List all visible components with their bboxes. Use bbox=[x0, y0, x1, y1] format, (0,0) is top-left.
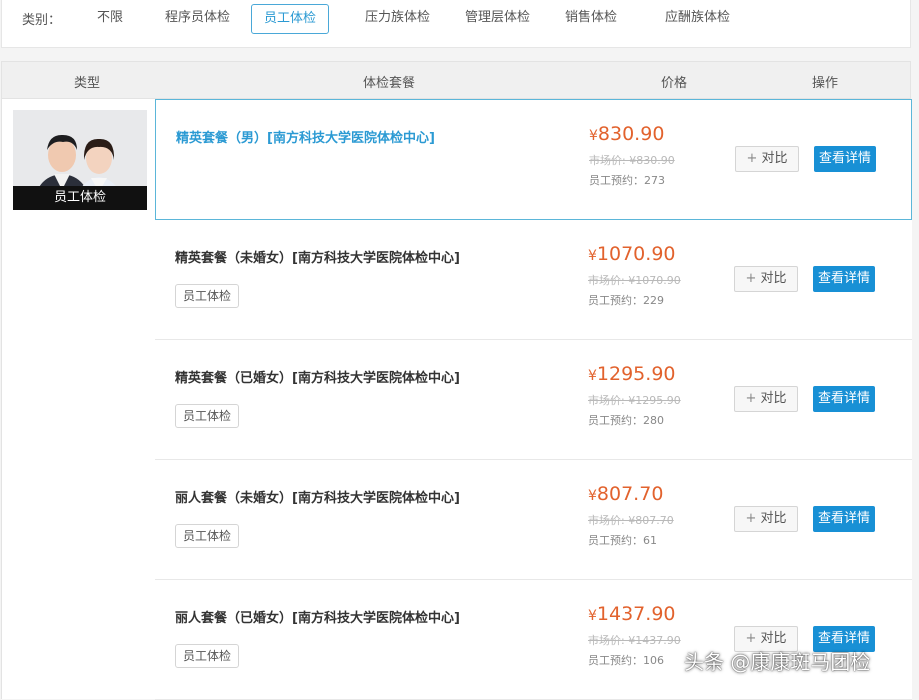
currency-symbol: ¥ bbox=[588, 248, 597, 264]
compare-button[interactable]: + 对比 bbox=[735, 146, 799, 172]
plus-icon: + bbox=[745, 271, 757, 286]
booking-count: 员工预约：280 bbox=[588, 414, 664, 427]
package-row[interactable]: 精英套餐（已婚女）[南方科技大学医院体检中心] 员工体检 ¥1295.90 市场… bbox=[155, 340, 912, 460]
type-column: 员工体检 bbox=[1, 99, 155, 699]
table-header: 类型 体检套餐 价格 操作 bbox=[1, 61, 911, 99]
package-row[interactable]: 丽人套餐（未婚女）[南方科技大学医院体检中心] 员工体检 ¥807.70 市场价… bbox=[155, 460, 912, 580]
category-option-stress[interactable]: 压力族体检 bbox=[365, 4, 430, 32]
market-price: 市场价: ¥1437.90 bbox=[588, 634, 681, 647]
category-option-social[interactable]: 应酬族体检 bbox=[665, 4, 730, 32]
view-details-button[interactable]: 查看详情 bbox=[813, 266, 875, 292]
filter-label: 类别： bbox=[22, 13, 62, 28]
type-card-employee[interactable]: 员工体检 bbox=[13, 110, 147, 210]
compare-button[interactable]: + 对比 bbox=[734, 386, 798, 412]
compare-label: 对比 bbox=[760, 391, 787, 406]
view-details-button[interactable]: 查看详情 bbox=[813, 386, 875, 412]
compare-button[interactable]: + 对比 bbox=[734, 506, 798, 532]
type-card-caption: 员工体检 bbox=[13, 186, 147, 210]
category-filter-bar: 类别： 不限 程序员体检 员工体检 压力族体检 管理层体检 销售体检 应酬族体检 bbox=[1, 0, 911, 48]
category-option-programmer[interactable]: 程序员体检 bbox=[165, 4, 230, 32]
package-name[interactable]: 精英套餐（已婚女）[南方科技大学医院体检中心] bbox=[175, 367, 460, 386]
watermark-text: 头条 @康康斑马团检 bbox=[684, 650, 871, 674]
compare-label: 对比 bbox=[760, 511, 787, 526]
currency-symbol: ¥ bbox=[589, 128, 598, 144]
package-tag: 员工体检 bbox=[175, 524, 240, 548]
currency-symbol: ¥ bbox=[588, 608, 597, 624]
package-name[interactable]: 精英套餐（未婚女）[南方科技大学医院体检中心] bbox=[175, 247, 460, 266]
package-list: 精英套餐（男）[南方科技大学医院体检中心] ¥830.90 市场价: ¥830.… bbox=[155, 99, 912, 700]
price-value: 830.90 bbox=[597, 123, 665, 145]
package-tag: 员工体检 bbox=[175, 284, 240, 308]
category-option-all[interactable]: 不限 bbox=[97, 4, 123, 32]
plus-icon: + bbox=[745, 391, 757, 406]
price-value: 807.70 bbox=[596, 483, 664, 505]
booking-count: 员工预约：229 bbox=[588, 294, 664, 307]
compare-label: 对比 bbox=[760, 271, 787, 286]
market-price: 市场价: ¥830.90 bbox=[589, 154, 675, 167]
view-details-button[interactable]: 查看详情 bbox=[814, 146, 876, 172]
category-option-management[interactable]: 管理层体检 bbox=[465, 4, 530, 32]
column-header-type: 类型 bbox=[74, 76, 101, 91]
view-details-button[interactable]: 查看详情 bbox=[813, 506, 875, 532]
booking-count: 员工预约：61 bbox=[588, 534, 657, 547]
package-name[interactable]: 丽人套餐（已婚女）[南方科技大学医院体检中心] bbox=[175, 607, 460, 626]
column-header-action: 操作 bbox=[812, 76, 839, 91]
package-name[interactable]: 精英套餐（男）[南方科技大学医院体检中心] bbox=[176, 127, 435, 146]
package-tag: 员工体检 bbox=[175, 404, 240, 428]
compare-label: 对比 bbox=[761, 151, 788, 166]
package-price: ¥830.90 bbox=[589, 123, 664, 145]
package-row[interactable]: 精英套餐（男）[南方科技大学医院体检中心] ¥830.90 市场价: ¥830.… bbox=[155, 99, 912, 220]
package-tag: 员工体检 bbox=[175, 644, 240, 668]
price-value: 1070.90 bbox=[596, 243, 676, 265]
market-price: 市场价: ¥1070.90 bbox=[588, 274, 681, 287]
column-header-price: 价格 bbox=[661, 76, 688, 91]
package-name[interactable]: 丽人套餐（未婚女）[南方科技大学医院体检中心] bbox=[175, 487, 460, 506]
category-option-employee[interactable]: 员工体检 bbox=[251, 4, 330, 34]
currency-symbol: ¥ bbox=[588, 368, 597, 384]
booking-count: 员工预约：106 bbox=[588, 654, 664, 667]
plus-icon: + bbox=[746, 151, 758, 166]
package-price: ¥1437.90 bbox=[588, 603, 676, 625]
currency-symbol: ¥ bbox=[588, 488, 597, 504]
package-price: ¥1070.90 bbox=[588, 243, 676, 265]
package-row[interactable]: 丽人套餐（已婚女）[南方科技大学医院体检中心] 员工体检 ¥1437.90 市场… bbox=[155, 580, 912, 700]
category-option-sales[interactable]: 销售体检 bbox=[565, 4, 617, 32]
price-value: 1437.90 bbox=[596, 603, 676, 625]
package-price: ¥1295.90 bbox=[588, 363, 676, 385]
plus-icon: + bbox=[745, 631, 757, 646]
package-row[interactable]: 精英套餐（未婚女）[南方科技大学医院体检中心] 员工体检 ¥1070.90 市场… bbox=[155, 220, 912, 340]
compare-label: 对比 bbox=[760, 631, 787, 646]
plus-icon: + bbox=[745, 511, 757, 526]
price-value: 1295.90 bbox=[596, 363, 676, 385]
package-price: ¥807.70 bbox=[588, 483, 663, 505]
compare-button[interactable]: + 对比 bbox=[734, 266, 798, 292]
booking-count: 员工预约：273 bbox=[589, 174, 665, 187]
column-header-package: 体检套餐 bbox=[363, 76, 416, 91]
market-price: 市场价: ¥807.70 bbox=[588, 514, 674, 527]
market-price: 市场价: ¥1295.90 bbox=[588, 394, 681, 407]
